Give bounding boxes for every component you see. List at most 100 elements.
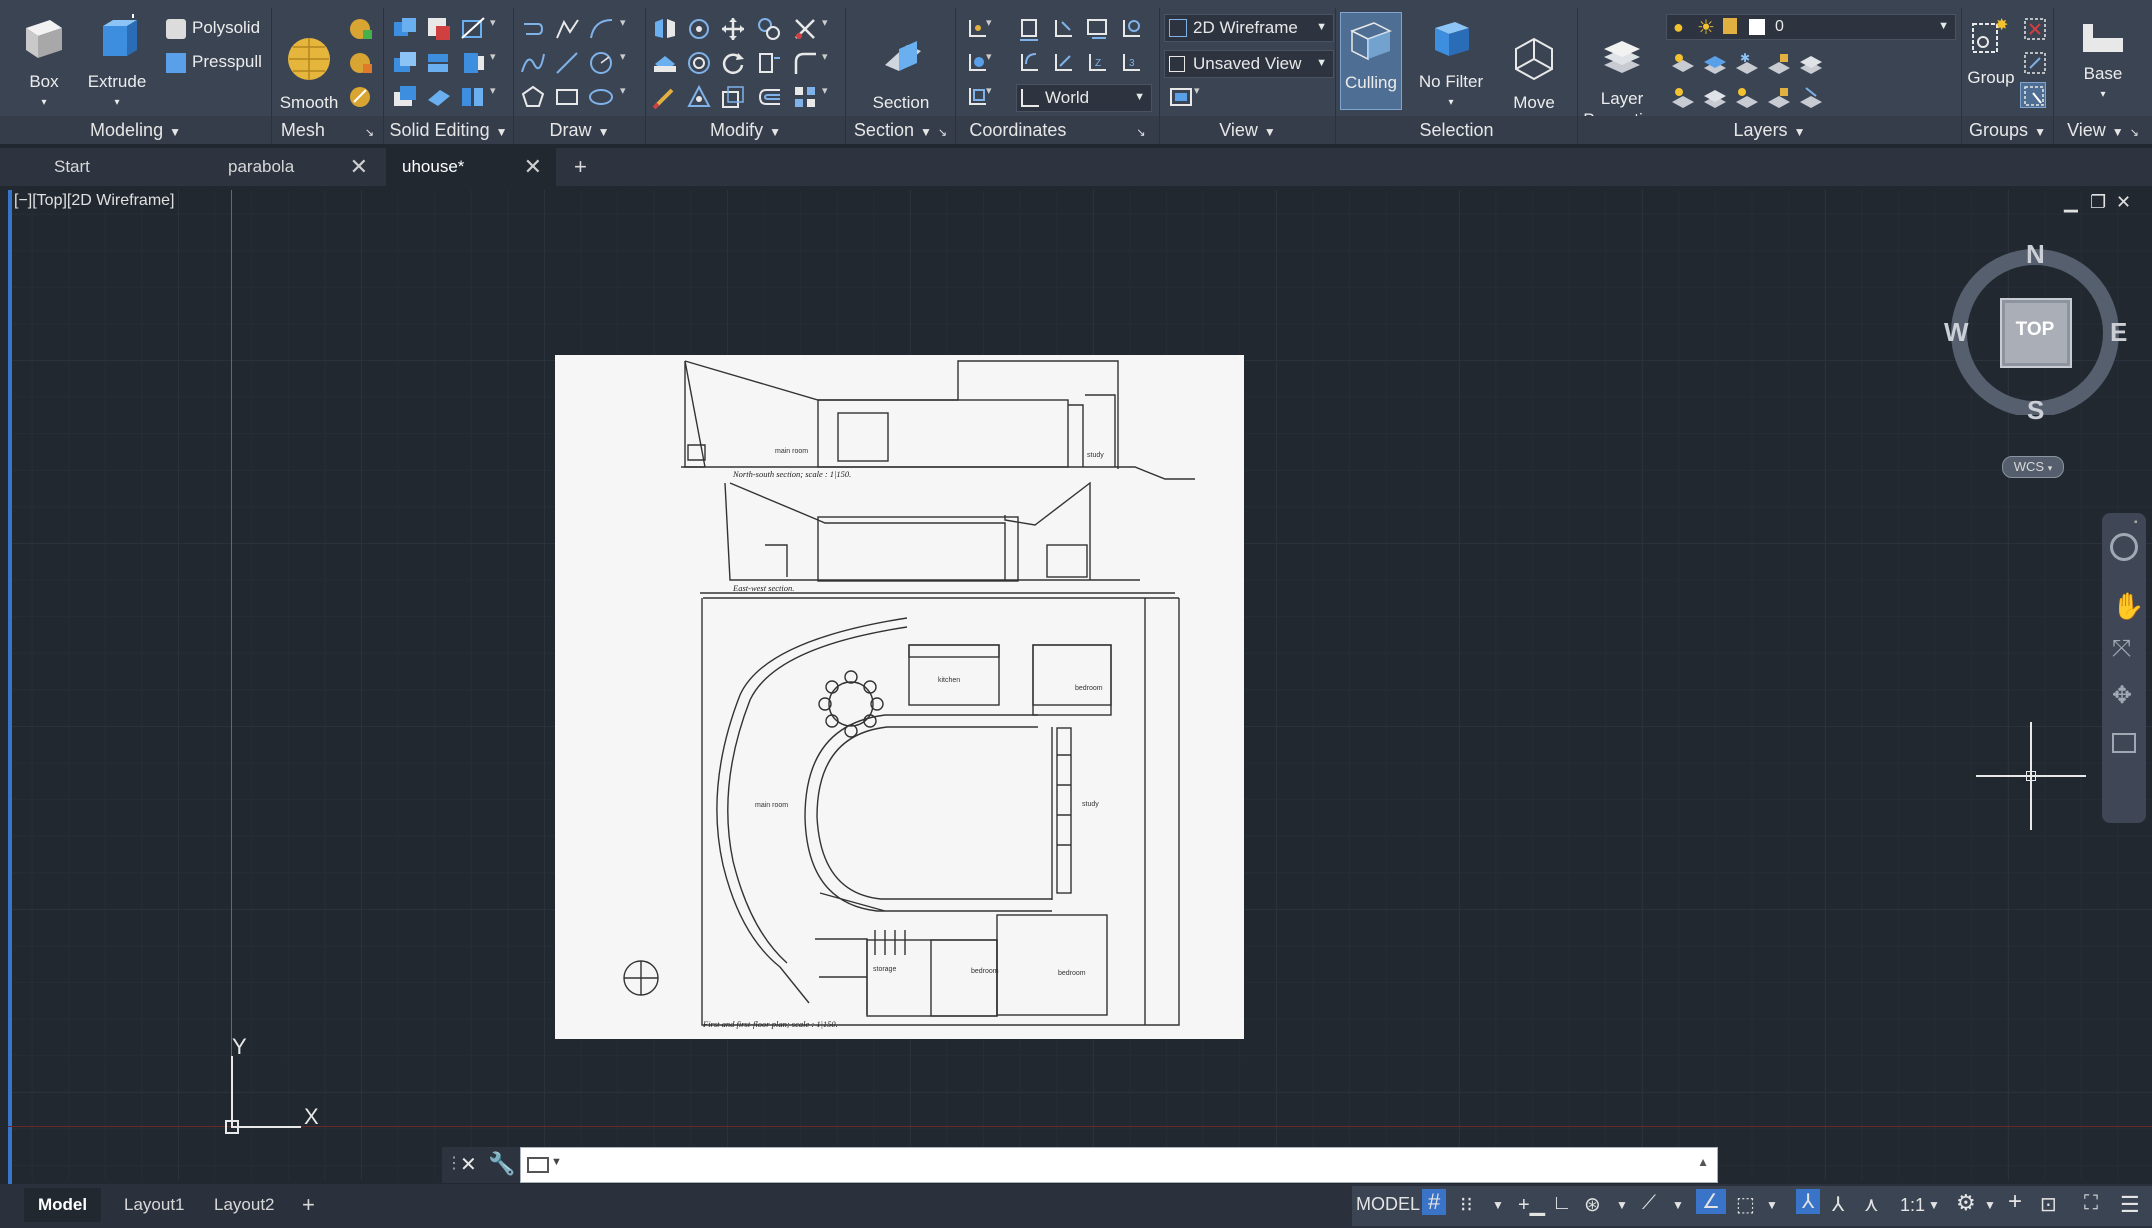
- interfere-icon[interactable]: [426, 50, 452, 76]
- 3d-array-icon[interactable]: [686, 84, 712, 110]
- scale-dropdown-icon[interactable]: ▼: [1928, 1198, 1940, 1212]
- panel-title-view-base[interactable]: View ▼ ↘: [2054, 116, 2152, 144]
- mirror-icon[interactable]: [652, 16, 678, 42]
- snap-icon[interactable]: ⁝⁝: [1460, 1192, 1473, 1217]
- 3d-align-icon[interactable]: [756, 16, 782, 42]
- object-snap-icon[interactable]: ⬚: [1736, 1192, 1755, 1217]
- orbit-icon[interactable]: ✥: [2112, 681, 2132, 710]
- restore-icon[interactable]: ❐: [2090, 192, 2106, 213]
- solid-edit-dropdown-3-icon[interactable]: ▾: [490, 84, 516, 110]
- panel-title-coordinates[interactable]: Coordinates ↘: [956, 116, 1159, 144]
- close-icon[interactable]: ✕: [524, 148, 542, 186]
- navbar-close-icon[interactable]: ▪: [2134, 517, 2138, 528]
- viewcube-top-face[interactable]: TOP: [2004, 319, 2066, 341]
- clean-screen-icon[interactable]: ⛶: [2084, 1192, 2098, 1215]
- ucs-world-dropdown-icon[interactable]: ▾: [986, 50, 1012, 76]
- pan-hand-icon[interactable]: ✋: [2112, 591, 2144, 622]
- new-layout-button[interactable]: +: [302, 1188, 315, 1222]
- minimize-icon[interactable]: ▁: [2064, 192, 2078, 213]
- layer-match-icon[interactable]: [1798, 50, 1824, 76]
- modify-dropdown-2-icon[interactable]: ▾: [822, 50, 848, 76]
- layer-off-icon[interactable]: [1670, 50, 1696, 76]
- draw-dropdown-3-icon[interactable]: ▾: [620, 84, 646, 110]
- compass-east[interactable]: E: [2110, 317, 2127, 348]
- construction-line-icon[interactable]: [554, 50, 580, 76]
- world-select[interactable]: World ▼: [1016, 84, 1152, 112]
- culling-button[interactable]: Culling: [1340, 12, 1402, 110]
- offset-icon[interactable]: [756, 84, 782, 110]
- solid-edit-dropdown-2-icon[interactable]: ▾: [490, 50, 516, 76]
- arc-icon[interactable]: [588, 16, 614, 42]
- shell-icon[interactable]: [426, 84, 452, 110]
- thicken-icon[interactable]: [392, 84, 418, 110]
- command-history-icon[interactable]: [527, 1157, 549, 1173]
- ortho-icon[interactable]: ∟: [1552, 1192, 1572, 1215]
- line-icon[interactable]: [520, 16, 546, 42]
- group-edit-icon[interactable]: [2022, 50, 2048, 76]
- group-button[interactable]: ✸ Group: [1966, 14, 2016, 88]
- 3d-mirror-icon[interactable]: [652, 50, 678, 76]
- circle-icon[interactable]: [588, 50, 614, 76]
- intersect-icon[interactable]: [392, 50, 418, 76]
- showmotion-icon[interactable]: [2112, 733, 2136, 753]
- panel-title-section[interactable]: Section ▼ ↘: [846, 116, 955, 144]
- infer-constraints-icon[interactable]: +▁: [1518, 1192, 1545, 1217]
- 3d-rotate-icon[interactable]: [686, 16, 712, 42]
- modify-dropdown-3-icon[interactable]: ▾: [822, 84, 848, 110]
- auto-scale-icon[interactable]: ⅄: [1832, 1192, 1844, 1217]
- ucs-previous-icon[interactable]: [1016, 50, 1042, 76]
- object-snap-dropdown-icon[interactable]: ▼: [1766, 1198, 1778, 1212]
- units-icon[interactable]: ⊡: [2040, 1192, 2057, 1217]
- ucs-3point-icon[interactable]: 3: [1118, 50, 1144, 76]
- group-selection-icon[interactable]: [2020, 82, 2046, 108]
- extract-edges-icon[interactable]: [460, 50, 486, 76]
- solid-edit-dropdown-icon[interactable]: ▾: [490, 16, 516, 42]
- viewport-controls-label[interactable]: [−][Top][2D Wireframe]: [14, 192, 175, 210]
- ucs-view-icon[interactable]: [1050, 50, 1076, 76]
- 3d-scale-icon[interactable]: [686, 50, 712, 76]
- panel-title-view[interactable]: View ▼: [1160, 116, 1335, 144]
- named-view-select[interactable]: Unsaved View ▼: [1164, 50, 1334, 78]
- visual-style-select[interactable]: 2D Wireframe ▼: [1164, 14, 1334, 42]
- object-snap-tracking-icon[interactable]: ∠: [1696, 1189, 1726, 1214]
- zoom-extents-icon[interactable]: ⤧: [2112, 635, 2131, 663]
- layout-tab-layout1[interactable]: Layout1: [124, 1188, 185, 1222]
- viewport-dropdown-icon[interactable]: ▾: [1194, 84, 1220, 110]
- wcs-menu[interactable]: WCS ▾: [2002, 456, 2064, 478]
- polysolid-button[interactable]: Polysolid: [166, 18, 260, 39]
- mesh-crease-icon[interactable]: [348, 50, 374, 76]
- layer-on-icon[interactable]: [1670, 84, 1696, 110]
- ucs-x-icon[interactable]: [1050, 16, 1076, 42]
- union-icon[interactable]: [392, 16, 418, 42]
- layout-tab-layout2[interactable]: Layout2: [214, 1188, 275, 1222]
- annotation-monitor-icon[interactable]: +: [2008, 1188, 2022, 1216]
- stretch-icon[interactable]: [756, 50, 782, 76]
- polar-dropdown-icon[interactable]: ▼: [1616, 1198, 1628, 1212]
- ucs-dropdown-icon[interactable]: ▾: [986, 16, 1012, 42]
- panel-title-modeling[interactable]: Modeling ▼: [0, 116, 271, 144]
- chevron-up-icon[interactable]: ▲: [1697, 1155, 1709, 1169]
- ungroup-icon[interactable]: [2022, 16, 2048, 42]
- close-icon[interactable]: ✕: [350, 148, 368, 186]
- customization-menu-icon[interactable]: ☰: [2120, 1192, 2140, 1218]
- new-tab-button[interactable]: +: [566, 148, 602, 186]
- close-viewport-icon[interactable]: ✕: [2116, 192, 2131, 213]
- no-filter-button[interactable]: No Filter ▾: [1410, 14, 1492, 113]
- viewport-config-icon[interactable]: [1168, 84, 1194, 110]
- panel-title-groups[interactable]: Groups ▼: [1962, 116, 2053, 144]
- panel-title-modify[interactable]: Modify ▼: [646, 116, 845, 144]
- rectangle-icon[interactable]: [554, 84, 580, 110]
- tab-parabola[interactable]: parabola ✕: [212, 148, 382, 186]
- modify-dropdown-icon[interactable]: ▾: [822, 16, 848, 42]
- viewcube[interactable]: TOP N S W E: [1944, 239, 2127, 425]
- grid-icon[interactable]: #: [1422, 1189, 1447, 1215]
- separate-icon[interactable]: [460, 84, 486, 110]
- base-button[interactable]: Base ▾: [2070, 14, 2136, 105]
- layout-tab-model[interactable]: Model: [24, 1188, 102, 1222]
- fillet-icon[interactable]: [792, 50, 818, 76]
- annotation-visibility-icon[interactable]: ⅄: [1796, 1189, 1821, 1214]
- floor-plan-image[interactable]: North-south section; scale : 1|150. East…: [555, 355, 1244, 1039]
- annotation-scale-icon[interactable]: ⋏: [1864, 1192, 1879, 1217]
- presspull-button[interactable]: Presspull: [166, 52, 262, 73]
- polar-tracking-icon[interactable]: ⊛: [1584, 1192, 1601, 1217]
